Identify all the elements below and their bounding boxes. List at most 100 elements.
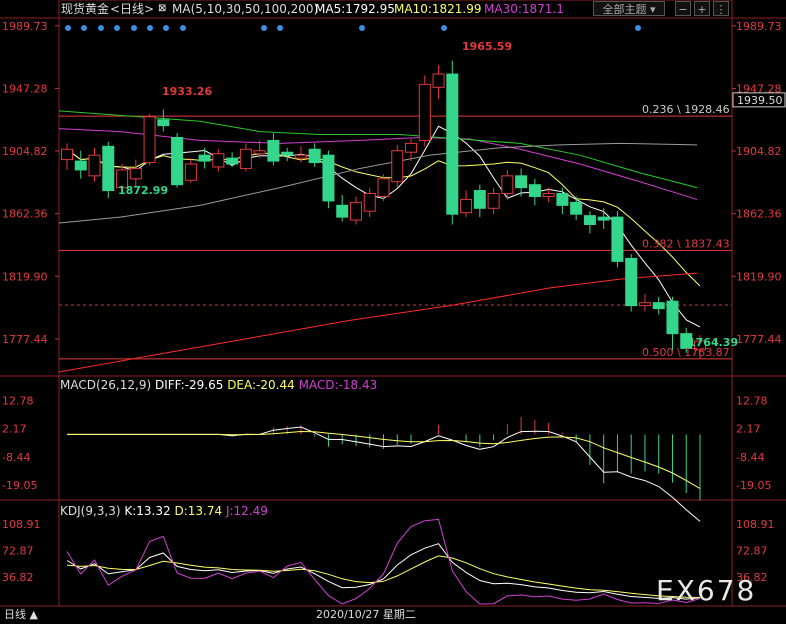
candle-body [405,142,418,153]
macd-dea: DEA:-20.44 [227,378,295,392]
footer-bar: 日线 ▲ 2020/10/27 星期二 [0,606,786,624]
candle-body [74,160,87,171]
candle-body [625,257,638,307]
macd-axis-left: 2.17 [2,423,27,436]
low-right-annotation: 1764.39 [688,336,738,349]
signal-dot [114,25,120,31]
signal-dot [81,25,87,31]
candle-body [171,136,184,186]
period-toggle[interactable]: 日线 ▲ [4,606,38,624]
candle-body [363,193,376,212]
period-selector[interactable]: <日线> [110,0,154,18]
candle-body [473,190,486,209]
candle-body [611,216,624,262]
macd-axis-right: 2.17 [736,423,761,436]
candle-body [336,204,349,218]
candle-body [226,157,239,165]
fib-label: 0.236 \ 1928.46 [642,103,730,116]
kdj-title: KDJ(9,3,3) [60,504,121,518]
price-axis-label-left: 1947.28 [2,82,48,95]
price-axis-label-left: 1989.73 [2,20,48,33]
macd-axis-left: -8.44 [2,451,30,464]
candle-body [377,178,390,197]
signal-dot [635,25,641,31]
candle-body [61,148,73,161]
candle-body [294,154,307,159]
kdj-axis-right: 108.91 [736,518,775,531]
candle-body [501,175,514,195]
candle-body [308,148,321,164]
signal-dot [180,25,186,31]
candle-body [253,150,266,155]
candle-body [102,145,115,192]
kdj-axis-left: 36.82 [2,571,34,584]
candle-body [487,193,500,209]
candle-body [597,216,610,221]
ma-params: MA(5,10,30,50,100,200) [172,2,319,16]
candle-body [143,116,156,164]
macd-axis-left: -19.05 [2,479,37,492]
current-price-label: 1939.50 [737,94,783,107]
price-axis-label-left: 1819.90 [2,270,48,283]
kdj-header: KDJ(9,3,3) K:13.32 D:13.74 J:12.49 [60,503,268,519]
ma30-value: MA30:1871.1 [484,2,564,16]
peak-annotation: 1933.26 [162,85,212,98]
candle-body [652,302,665,310]
chevron-down-icon: ▾ [649,3,656,16]
theme-label: 全部主题 [602,3,647,16]
candle-body [349,201,362,221]
price-axis-label-right: 1904.82 [736,145,782,158]
candle-body [129,167,142,180]
kdj-axis-right: 72.87 [736,545,768,558]
kdj-d: D:13.74 [174,504,223,518]
candle-body [432,73,445,88]
minus-icon[interactable]: − [675,1,691,16]
low-annotation: 1872.99 [118,184,168,197]
price-axis-label-left: 1904.82 [2,145,48,158]
kdj-axis-left: 72.87 [2,545,34,558]
plus-icon[interactable]: + [694,1,710,16]
macd-axis-right: -19.05 [736,479,771,492]
ma200-line [58,272,698,373]
macd-value: MACD:-18.43 [298,378,378,392]
macd-header: MACD(26,12,9) DIFF:-29.65 DEA:-20.44 MAC… [60,377,377,393]
candle-body [666,300,679,335]
high-annotation: 1965.59 [462,40,512,53]
candle-body [418,83,431,141]
candle-body [583,215,596,225]
price-axis-label-right: 1989.73 [736,20,782,33]
watermark-text: EX678 [656,574,757,607]
price-axis-label-left: 1862.36 [2,208,48,221]
macd-axis-left: 12.78 [2,395,34,408]
price-axis-label-right: 1862.36 [736,208,782,221]
signal-dot [261,25,267,31]
candle-body [460,198,473,214]
signal-dot [163,25,169,31]
macd-title: MACD(26,12,9) [60,378,152,392]
ma-icon[interactable]: ⊠ [158,0,166,18]
candle-body [446,73,459,215]
candle-body [556,193,569,206]
price-axis-label-right: 1777.44 [736,333,782,346]
candle-body [528,184,541,197]
instrument-title: 现货黄金 [61,2,110,16]
macd-diff: DIFF:-29.65 [154,378,224,392]
kdj-j: J:12.49 [225,504,268,518]
candle-body [542,193,555,197]
candle-body [184,163,197,181]
signal-dot [147,25,153,31]
signal-dot [65,25,71,31]
fib-label: 0.382 \ 1837.43 [642,237,730,250]
chart-header: 现货黄金 <日线> ⊠ MA(5,10,30,50,100,200) MA5:1… [0,0,786,18]
candle-body [515,175,528,189]
kdj-k: K:13.32 [124,504,171,518]
candle-body [638,302,651,307]
macd-axis-right: 12.78 [736,395,768,408]
settings-icon[interactable]: ⋮ [713,1,729,16]
signal-dot [131,25,137,31]
candle-body [239,148,252,169]
candle-body [281,151,294,156]
theme-dropdown[interactable]: 全部主题 ▾ [593,1,665,16]
candle-body [157,119,170,127]
chart-canvas: 1989.73 1989.731947.28 1947.281904.82 1904.… [0,0,786,607]
